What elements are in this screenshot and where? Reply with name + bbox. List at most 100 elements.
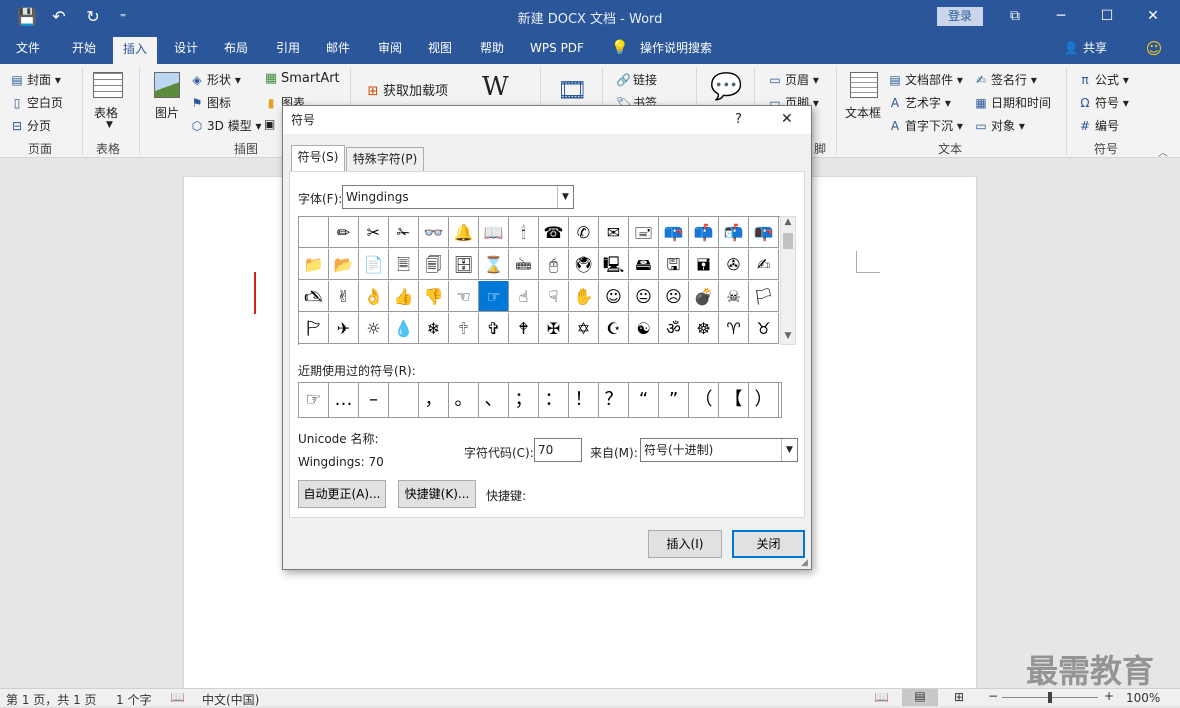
symbol-cell[interactable]: ☺ [599,281,629,312]
symbol-cell[interactable]: ☪ [599,313,629,344]
collapse-ribbon-icon[interactable]: ︿ [1158,144,1168,159]
symbol-cell[interactable]: 💣 [689,281,719,312]
recent-symbol-cell[interactable]: “ [629,383,659,417]
word-count[interactable]: 1 个字 [116,691,151,708]
symbol-cell[interactable]: ✌ [329,281,359,312]
shapes-button[interactable]: ◈ 形状 ▾ [190,71,240,88]
scroll-down-icon[interactable]: ▼ [781,331,795,341]
proofing-icon[interactable]: 📖 [170,690,185,704]
recent-symbol-cell[interactable]: 。 [449,383,479,417]
scroll-thumb[interactable] [783,233,793,249]
symbol-cell[interactable]: 👌 [359,281,389,312]
smiley-feedback-icon[interactable]: ☺ [1142,34,1166,64]
recent-symbol-cell[interactable]: ” [659,383,689,417]
autocorrect-button[interactable]: 自动更正(A)... [298,480,386,508]
maximize-icon[interactable]: ☐ [1084,0,1130,32]
screenshot-icon[interactable]: ▣ [264,117,275,131]
recent-symbol-cell[interactable]: ！ [569,383,599,417]
close-button[interactable]: 关闭 [732,530,805,558]
dropcap-button[interactable]: A 首字下沉 ▾ [888,117,963,134]
symbol-cell[interactable]: ☜ [449,281,479,312]
recent-symbol-cell[interactable]: （ [689,383,719,417]
quick-parts-button[interactable]: ▤ 文档部件 ▾ [888,71,963,88]
symbol-cell[interactable]: 😐 [629,281,659,312]
tab-insert[interactable]: 插入 [113,37,157,64]
font-select[interactable]: Wingdings ▼ [342,185,574,209]
chevron-down-icon[interactable]: ▼ [557,186,573,208]
symbol-cell[interactable]: 🖰 [539,249,569,280]
smartart-button[interactable]: ▦ SmartArt [264,71,340,86]
cover-page-button[interactable]: ▤ 封面 ▾ [10,71,61,88]
symbol-cell[interactable]: ॐ [659,313,689,344]
close-window-icon[interactable]: ✕ [1130,0,1176,32]
tab-wps-pdf[interactable]: WPS PDF [524,34,590,64]
symbol-cell[interactable]: 📁 [299,249,329,280]
online-video-icon[interactable]: 🎞 [557,76,587,104]
symbol-cell[interactable]: ☎ [539,217,569,248]
comment-icon[interactable]: 💬 [710,72,742,102]
zoom-level[interactable]: 100% [1126,691,1160,705]
symbol-cell[interactable]: ☠ [719,281,749,312]
symbol-cell[interactable]: 🖳 [599,249,629,280]
symbol-cell[interactable]: ✈ [329,313,359,344]
get-addins-button[interactable]: ⊞ 获取加载项 [366,80,448,99]
symbol-cell[interactable]: 🖫 [659,249,689,280]
symbol-cell[interactable]: 📪 [659,217,689,248]
tab-symbols[interactable]: 符号(S) [291,145,345,172]
blank-page-button[interactable]: ▯ 空白页 [10,94,63,111]
symbol-cell[interactable]: ✁ [389,217,419,248]
recent-symbols-row[interactable]: ☞… – ，。、；：！？ “” （【） [298,382,782,418]
symbol-cell[interactable]: ✍ [749,249,779,280]
language-indicator[interactable]: 中文(中国) [202,691,259,708]
share-button[interactable]: 共享 [1080,34,1110,64]
recent-symbol-cell[interactable]: – [359,383,389,417]
recent-symbol-cell[interactable]: ） [749,383,779,417]
read-mode-icon[interactable]: 📖 [874,690,889,704]
page-count[interactable]: 第 1 页，共 1 页 [6,691,97,708]
symbol-cell[interactable]: 🗏 [389,249,419,280]
symbol-cell[interactable]: ☼ [359,313,389,344]
icons-button[interactable]: ⚑ 图标 [190,94,231,111]
zoom-slider-thumb[interactable] [1048,692,1052,703]
recent-symbol-cell[interactable]: 【 [719,383,749,417]
object-button[interactable]: ▭ 对象 ▾ [974,117,1025,134]
symbol-cell[interactable]: ☞ [479,281,509,312]
dialog-close-icon[interactable]: ✕ [781,111,793,127]
zoom-in-icon[interactable]: + [1104,689,1114,703]
page-break-button[interactable]: ⊟ 分页 [10,117,51,134]
date-time-button[interactable]: ▦ 日期和时间 [974,94,1051,111]
symbol-cell[interactable]: ✠ [539,313,569,344]
recent-symbol-cell[interactable]: ， [419,383,449,417]
symbol-cell[interactable]: 📄 [359,249,389,280]
model-3d-button[interactable]: ⬡ 3D 模型 ▾ [190,117,262,134]
header-button[interactable]: ▭ 页眉 ▾ [768,71,819,88]
symbol-cell[interactable]: 📂 [329,249,359,280]
symbol-cell[interactable]: 🕈 [509,313,539,344]
chevron-down-icon[interactable]: ▼ [781,439,797,461]
tab-file[interactable]: 文件 [6,34,50,64]
symbol-cell[interactable]: ✇ [719,249,749,280]
symbol-cell[interactable]: 🖎 [299,281,329,312]
equation-button[interactable]: π 公式 ▾ [1078,71,1128,88]
recent-symbol-cell[interactable]: ； [509,383,539,417]
zoom-out-icon[interactable]: − [988,689,998,703]
scroll-up-icon[interactable]: ▲ [781,217,795,227]
table-button[interactable]: 表格 [94,104,118,121]
textbox-button[interactable]: 文本框 [845,104,881,121]
web-layout-icon[interactable]: ⊞ [954,690,964,704]
symbol-cell[interactable]: 🖲 [569,249,599,280]
symbol-cell[interactable]: 👍 [389,281,419,312]
shortcut-key-button[interactable]: 快捷键(K)... [398,480,476,508]
symbol-cell[interactable]: ✉ [599,217,629,248]
symbol-cell[interactable]: ⌛ [479,249,509,280]
print-layout-icon[interactable]: ▤ [902,689,938,706]
symbol-cell[interactable]: 🖮 [509,249,539,280]
symbol-cell[interactable]: 🖴 [629,249,659,280]
recent-symbol-cell[interactable]: ： [539,383,569,417]
symbol-cell[interactable]: ✋ [569,281,599,312]
tab-design[interactable]: 设计 [164,34,208,64]
symbol-cell[interactable]: 📫 [689,217,719,248]
symbol-cell[interactable]: 👎 [419,281,449,312]
symbol-cell[interactable]: 🖬 [689,249,719,280]
tab-home[interactable]: 开始 [62,34,106,64]
